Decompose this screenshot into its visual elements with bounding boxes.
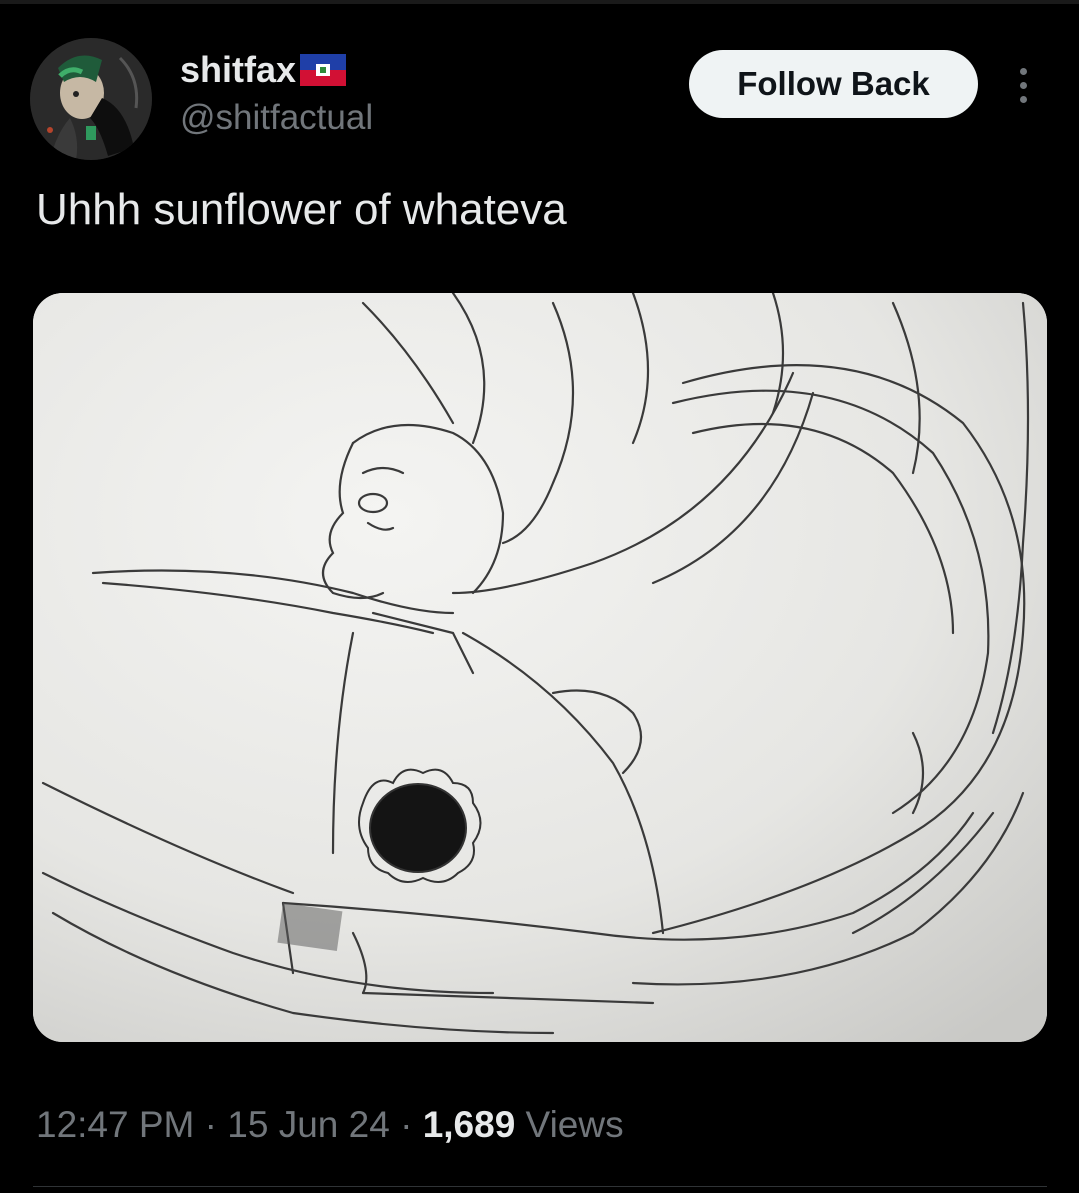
meta-separator: · xyxy=(389,1104,423,1145)
tweet-text: Uhhh sunflower of whateva xyxy=(36,185,567,234)
more-vertical-icon[interactable] xyxy=(1006,60,1040,110)
more-dot xyxy=(1019,95,1027,103)
tweet-date[interactable]: 15 Jun 24 xyxy=(227,1104,390,1145)
more-dot xyxy=(1019,67,1027,75)
meta-separator: · xyxy=(194,1104,228,1145)
top-divider xyxy=(0,0,1079,4)
author-name-row[interactable]: shitfax xyxy=(180,48,347,92)
avatar[interactable] xyxy=(30,38,152,160)
author-handle[interactable]: @shitfactual xyxy=(180,96,373,140)
tweet-media-image[interactable] xyxy=(33,293,1047,1042)
avatar-drawing-icon xyxy=(30,38,152,160)
haiti-flag-icon xyxy=(300,54,347,86)
pencil-sketch-image xyxy=(33,293,1047,1042)
follow-back-button[interactable]: Follow Back xyxy=(689,50,978,118)
more-dot xyxy=(1019,81,1027,89)
views-count[interactable]: 1,689 xyxy=(423,1104,516,1145)
tweet-meta: 12:47 PM · 15 Jun 24 · 1,689 Views xyxy=(36,1100,624,1150)
tweet-time[interactable]: 12:47 PM xyxy=(36,1104,194,1145)
views-label: Views xyxy=(515,1104,624,1145)
bottom-divider xyxy=(33,1186,1047,1187)
author-display-name[interactable]: shitfax xyxy=(180,48,296,92)
